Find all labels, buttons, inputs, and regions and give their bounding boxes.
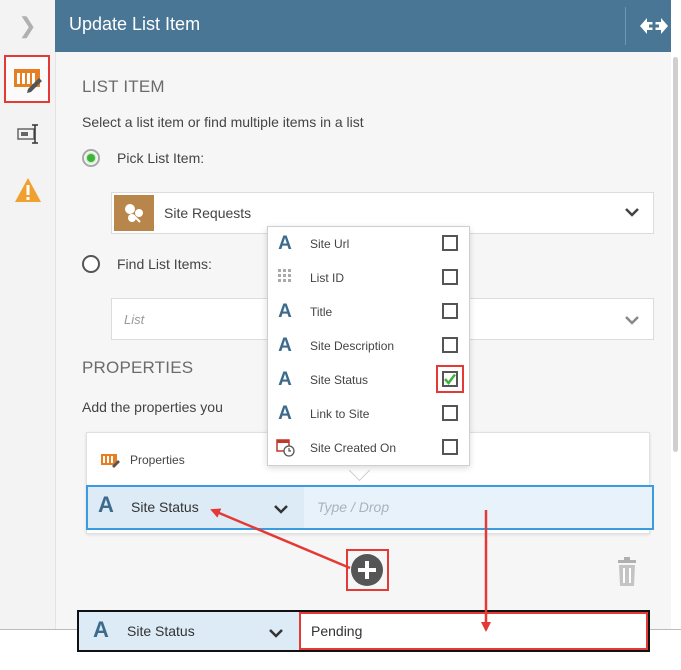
annotation-arrows: [210, 508, 491, 632]
arrow-to-property-row: [210, 508, 351, 570]
